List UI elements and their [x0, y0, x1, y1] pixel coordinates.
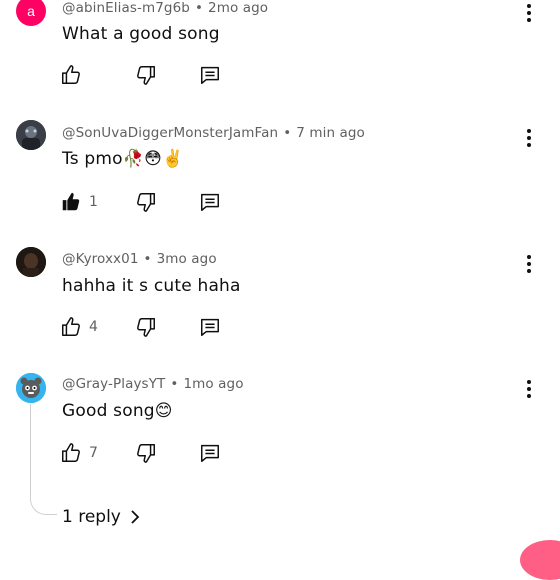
avatar-image — [16, 247, 46, 277]
comment-text: What a good song — [62, 24, 220, 44]
comment-meta: @Gray-PlaysYT • 1mo ago — [62, 376, 244, 392]
comment-text: Ts pmo🥀😳✌️ — [62, 149, 184, 169]
meta-separator: • — [170, 376, 179, 392]
author-name[interactable]: @abinElias-m7g6b — [62, 0, 190, 16]
comment-text: hahha it s cute haha — [62, 276, 241, 296]
more-vert-icon[interactable] — [520, 2, 538, 24]
reply-button[interactable] — [199, 189, 221, 215]
comment-meta: @Kyroxx01 • 3mo ago — [62, 251, 217, 267]
comment-text: Good song😊 — [62, 401, 173, 421]
avatar[interactable] — [16, 373, 46, 403]
avatar[interactable]: a — [16, 0, 46, 26]
more-vert-icon[interactable] — [520, 127, 538, 149]
floating-accent — [520, 540, 560, 580]
avatar-image — [16, 373, 46, 403]
like-icon — [62, 65, 80, 84]
more-vert-icon[interactable] — [520, 378, 538, 400]
reply-thread-line — [30, 404, 57, 515]
dislike-icon — [137, 66, 155, 85]
reply-icon — [201, 318, 219, 336]
like-button[interactable]: 1 — [60, 189, 98, 215]
meta-separator: • — [143, 251, 152, 267]
reply-icon — [201, 193, 219, 211]
like-icon-filled — [62, 192, 80, 211]
dislike-button[interactable] — [135, 440, 157, 466]
avatar-image — [16, 120, 46, 150]
comment-time[interactable]: 2mo ago — [208, 0, 268, 16]
comment-meta: @SonUvaDiggerMonsterJamFan • 7 min ago — [62, 125, 365, 141]
reply-icon — [201, 444, 219, 462]
reply-button[interactable] — [199, 314, 221, 340]
more-vert-icon[interactable] — [520, 253, 538, 275]
comment-meta: @abinElias-m7g6b • 2mo ago — [62, 0, 268, 16]
author-name[interactable]: @Gray-PlaysYT — [62, 376, 165, 392]
avatar[interactable] — [16, 247, 46, 277]
like-count: 1 — [89, 194, 98, 210]
comment-time[interactable]: 3mo ago — [157, 251, 217, 267]
like-count: 7 — [89, 445, 98, 461]
chevron-right-icon — [131, 510, 140, 524]
meta-separator: • — [194, 0, 204, 16]
comment-time[interactable]: 1mo ago — [183, 376, 243, 392]
dislike-button[interactable] — [135, 62, 157, 88]
reply-button[interactable] — [199, 440, 221, 466]
like-icon — [62, 317, 80, 336]
view-replies-button[interactable]: 1 reply — [62, 505, 141, 529]
avatar-letter: a — [27, 3, 35, 19]
meta-separator: • — [283, 125, 292, 141]
like-button[interactable]: 4 — [60, 314, 98, 340]
comment-time[interactable]: 7 min ago — [296, 125, 365, 141]
dislike-icon — [137, 318, 155, 337]
dislike-icon — [137, 193, 155, 212]
like-count: 4 — [89, 319, 98, 335]
replies-label: 1 reply — [62, 507, 121, 527]
author-name[interactable]: @SonUvaDiggerMonsterJamFan — [62, 125, 278, 141]
avatar[interactable] — [16, 120, 46, 150]
like-button[interactable] — [60, 62, 89, 88]
reply-button[interactable] — [199, 62, 221, 88]
author-name[interactable]: @Kyroxx01 — [62, 251, 139, 267]
dislike-button[interactable] — [135, 314, 157, 340]
like-button[interactable]: 7 — [60, 440, 98, 466]
reply-icon — [201, 66, 219, 84]
dislike-icon — [137, 444, 155, 463]
like-icon — [62, 443, 80, 462]
dislike-button[interactable] — [135, 189, 157, 215]
